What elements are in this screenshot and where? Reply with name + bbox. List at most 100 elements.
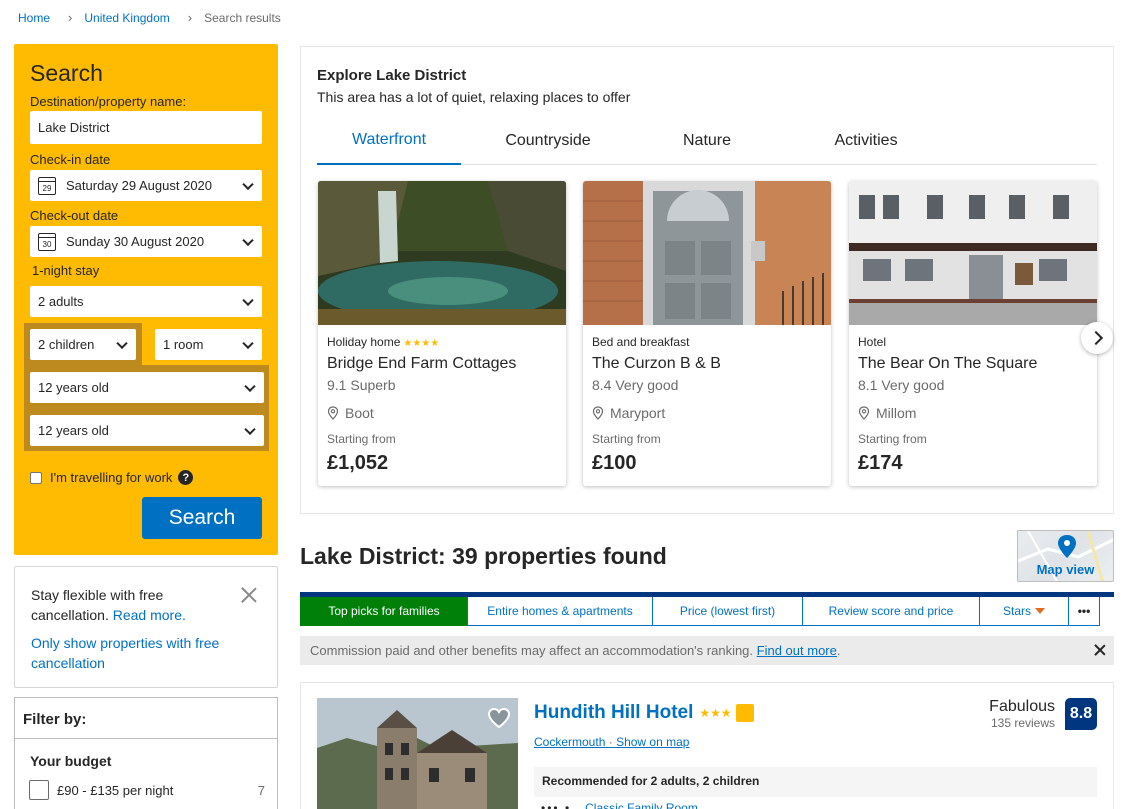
chevron-down-icon (242, 337, 254, 349)
sort-top-picks[interactable]: Top picks for families (300, 597, 468, 626)
checkin-label: Check-in date (30, 152, 111, 167)
rooms-select[interactable]: 1 room (155, 329, 262, 360)
checkout-select[interactable]: 30 Sunday 30 August 2020 (30, 226, 262, 257)
read-more-link[interactable]: Read more. (113, 607, 186, 623)
property-name[interactable]: The Curzon B & B (592, 355, 721, 373)
budget-checkbox[interactable] (29, 780, 49, 800)
search-button[interactable]: Search (142, 497, 262, 539)
chevron-down-icon (116, 337, 128, 349)
property-type: Hotel (858, 335, 889, 349)
property-price: £174 (858, 452, 903, 474)
budget-option[interactable]: £90 - £135 per night 7 (29, 780, 265, 800)
breadcrumb-home[interactable]: Home (18, 11, 50, 25)
sort-bar: Top picks for families Entire homes & ap… (300, 592, 1114, 626)
property-photo (583, 181, 831, 325)
close-icon[interactable] (1094, 644, 1106, 656)
results-title: Lake District: 39 properties found (300, 543, 667, 569)
close-icon[interactable] (241, 587, 257, 603)
tab-nature[interactable]: Nature (635, 117, 779, 165)
children-value: 2 children (38, 337, 95, 352)
find-out-more-link[interactable]: Find out more (757, 643, 837, 658)
budget-title: Your budget (30, 753, 112, 769)
property-location-label: Boot (345, 405, 374, 421)
search-title: Search (30, 60, 103, 86)
checkout-value: Sunday 30 August 2020 (66, 234, 205, 249)
checkin-select[interactable]: 29 Saturday 29 August 2020 (30, 170, 262, 201)
calendar-icon: 29 (38, 176, 56, 195)
property-type: Bed and breakfast (592, 335, 692, 349)
show-on-map-link[interactable]: Show on map (616, 735, 689, 749)
property-photo (849, 181, 1097, 325)
hotel-location-row: Cockermouth · Show on map (534, 735, 689, 749)
adults-select[interactable]: 2 adults (30, 286, 262, 317)
checkin-value: Saturday 29 August 2020 (66, 178, 213, 193)
child-age-select-1[interactable]: 12 years old (30, 372, 264, 403)
separator-dot: · (608, 735, 613, 749)
heart-icon[interactable] (487, 707, 511, 729)
hotel-town-link[interactable]: Cockermouth (534, 735, 605, 749)
tab-waterfront[interactable]: Waterfront (317, 117, 461, 165)
commission-banner: Commission paid and other benefits may a… (300, 636, 1114, 665)
only-free-cancellation-link[interactable]: Only show properties with free cancellat… (31, 633, 241, 673)
tab-activities[interactable]: Activities (794, 117, 938, 165)
breadcrumb: Home › United Kingdom › Search results (18, 10, 281, 25)
breadcrumb-current: Search results (204, 10, 281, 25)
sort-entire-homes[interactable]: Entire homes & apartments (467, 597, 653, 626)
filter-panel: Filter by: Your budget £90 - £135 per ni… (14, 697, 278, 809)
calendar-icon: 30 (38, 232, 56, 251)
free-cancellation-panel: Stay flexible with free cancellation. Re… (14, 566, 278, 688)
review-summary[interactable]: Fabulous 135 reviews (989, 698, 1055, 730)
property-location-label: Maryport (610, 405, 666, 421)
guests-icon: ••• • (541, 801, 572, 809)
rooms-value: 1 room (163, 337, 204, 352)
sort-review-score[interactable]: Review score and price (802, 597, 980, 626)
more-sort-options-button[interactable]: ••• (1068, 597, 1100, 626)
destination-label: Destination/property name: (30, 94, 187, 109)
help-icon[interactable]: ? (178, 470, 194, 485)
caret-down-icon (1035, 608, 1045, 614)
property-location-label: Millom (876, 405, 917, 421)
property-price: £1,052 (327, 452, 389, 474)
budget-count: 7 (257, 782, 265, 798)
room-type-link[interactable]: Classic Family Room (585, 801, 698, 809)
work-travel-checkbox[interactable] (30, 471, 42, 484)
map-view-label: Map view (1036, 562, 1095, 577)
tab-countryside[interactable]: Countryside (476, 117, 620, 165)
property-card[interactable]: Bed and breakfast The Curzon B & B 8.4 V… (583, 181, 831, 486)
property-card[interactable]: Holiday home ★★★★ Bridge End Farm Cottage… (318, 181, 566, 486)
sort-stars[interactable]: Stars (979, 597, 1069, 626)
children-select[interactable]: 2 children (30, 329, 136, 360)
chevron-right-icon: › (187, 10, 193, 25)
sort-stars-label: Stars (1002, 604, 1031, 618)
hotel-name[interactable]: Hundith Hill Hotel ★★★ (534, 702, 754, 724)
map-pin-icon (327, 406, 339, 420)
property-card[interactable]: Hotel The Bear On The Square 8.1 Very go… (849, 181, 1097, 486)
work-travel-row: I'm travelling for work ? (30, 470, 194, 485)
review-score-badge[interactable]: 8.8 (1065, 698, 1097, 730)
breadcrumb-country[interactable]: United Kingdom (84, 11, 169, 25)
chevron-down-icon (242, 234, 254, 246)
sort-price[interactable]: Price (lowest first) (652, 597, 803, 626)
adults-value: 2 adults (38, 294, 84, 309)
destination-input[interactable]: Lake District (30, 111, 262, 144)
work-travel-label[interactable]: I'm travelling for work (50, 470, 172, 485)
map-view-button[interactable]: Map view (1017, 530, 1114, 582)
star-rating-icon: ★★★★ (403, 338, 440, 349)
property-price: £100 (592, 452, 637, 474)
child-age-value: 12 years old (38, 423, 109, 438)
map-pin-icon (592, 406, 604, 420)
property-result-card: Hundith Hill Hotel ★★★ Cockermouth · Sho… (300, 682, 1114, 809)
property-type-label: Hotel (858, 335, 887, 349)
budget-option-label: £90 - £135 per night (57, 782, 174, 798)
property-name[interactable]: Bridge End Farm Cottages (327, 355, 516, 373)
explore-subtitle: This area has a lot of quiet, relaxing p… (317, 89, 631, 105)
property-name[interactable]: The Bear On The Square (858, 355, 1037, 373)
stay-length: 1-night stay (32, 263, 100, 278)
recommended-label: Recommended for 2 adults, 2 children (534, 767, 1097, 797)
property-type-label: Holiday home (327, 335, 401, 349)
child-age-value: 12 years old (38, 380, 109, 395)
carousel-next-button[interactable] (1081, 322, 1113, 354)
child-age-select-2[interactable]: 12 years old (30, 415, 264, 446)
starting-from-label: Starting from (858, 432, 927, 446)
property-score: 9.1 Superb (327, 377, 396, 393)
